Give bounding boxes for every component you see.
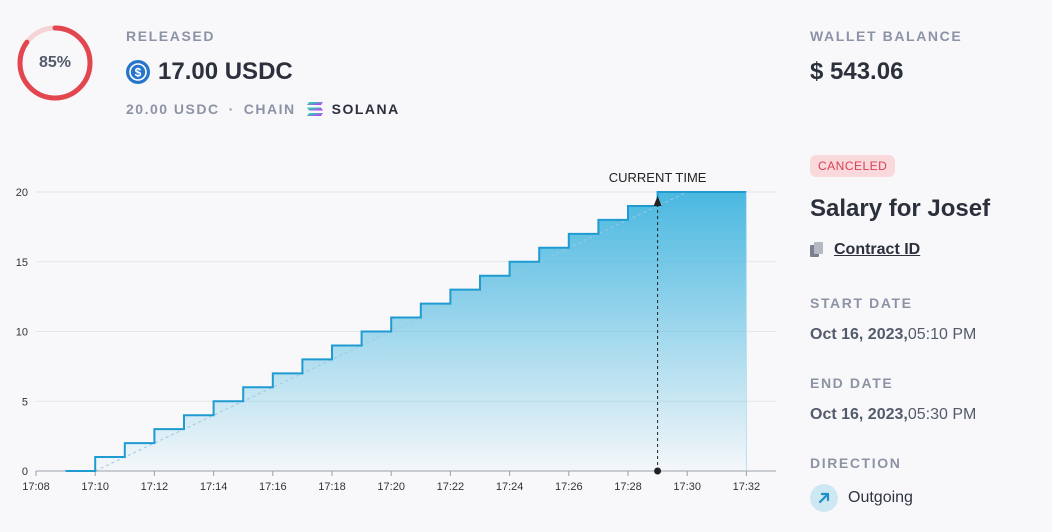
- released-amount: $ 17.00 USDC: [126, 58, 293, 86]
- x-tick-label: 17:18: [318, 481, 346, 493]
- release-chart-svg: 0 5 10 15 20 17:08 17:10 17:12 17:14 17:16 17:18 17…: [16, 170, 776, 493]
- direction-label: DIRECTION: [810, 455, 902, 471]
- stream-meta: 20.00 USDC · CHAIN SOLANA: [126, 101, 400, 117]
- x-tick-label: 17:22: [437, 481, 465, 493]
- chain-label: CHAIN: [243, 101, 296, 117]
- current-time-label: CURRENT TIME: [609, 170, 707, 185]
- wallet-balance-label: WALLET BALANCE: [810, 28, 963, 44]
- start-date: Oct 16, 2023,: [810, 326, 908, 343]
- usdc-icon: $: [126, 60, 150, 84]
- solana-icon: [306, 102, 323, 116]
- x-tick-label: 17:08: [22, 481, 50, 493]
- svg-text:$: $: [135, 66, 142, 80]
- x-tick-label: 17:10: [81, 481, 109, 493]
- direction-value: Outgoing: [810, 484, 913, 512]
- contract-id-link[interactable]: Contract ID: [810, 241, 920, 259]
- x-tick-label: 17:16: [259, 481, 287, 493]
- x-tick-label: 17:32: [733, 481, 761, 493]
- start-date-label: START DATE: [810, 295, 913, 311]
- y-tick-label: 0: [22, 466, 28, 478]
- start-date-value: Oct 16, 2023,05:10 PM: [810, 326, 976, 344]
- x-tick-label: 17:26: [555, 481, 583, 493]
- arrow-up-right-icon: [810, 484, 838, 512]
- release-chart: 0 5 10 15 20 17:08 17:10 17:12 17:14 17:16 17:18 17…: [0, 160, 790, 500]
- x-tick-label: 17:28: [614, 481, 642, 493]
- progress-percent: 85%: [38, 54, 72, 71]
- released-value: 17.00 USDC: [158, 58, 293, 85]
- start-time: 05:10 PM: [907, 326, 977, 343]
- x-tick-label: 17:14: [200, 481, 228, 493]
- y-tick-label: 10: [16, 327, 28, 339]
- chain-name: SOLANA: [331, 101, 400, 117]
- x-tick-label: 17:20: [377, 481, 405, 493]
- y-tick-label: 5: [22, 396, 28, 408]
- total-amount: 20.00 USDC: [126, 101, 220, 117]
- y-tick-label: 20: [16, 187, 28, 199]
- status-badge: CANCELED: [810, 155, 896, 177]
- stream-title: Salary for Josef: [810, 195, 991, 222]
- x-tick-label: 17:12: [141, 481, 169, 493]
- end-date-label: END DATE: [810, 375, 894, 391]
- x-tick-label: 17:24: [496, 481, 524, 493]
- current-time-dot: [654, 467, 662, 475]
- end-time: 05:30 PM: [907, 406, 977, 423]
- released-label: RELEASED: [126, 28, 216, 44]
- direction-text: Outgoing: [848, 489, 913, 506]
- x-tick-label: 17:30: [673, 481, 701, 493]
- wallet-balance-value: $ 543.06: [810, 58, 904, 85]
- y-tick-label: 15: [16, 257, 28, 269]
- separator-dot: ·: [228, 101, 235, 117]
- copy-icon[interactable]: [810, 242, 824, 258]
- progress-ring: 85%: [16, 24, 94, 102]
- contract-id-label[interactable]: Contract ID: [834, 241, 920, 259]
- end-date: Oct 16, 2023,: [810, 406, 908, 423]
- end-date-value: Oct 16, 2023,05:30 PM: [810, 406, 976, 424]
